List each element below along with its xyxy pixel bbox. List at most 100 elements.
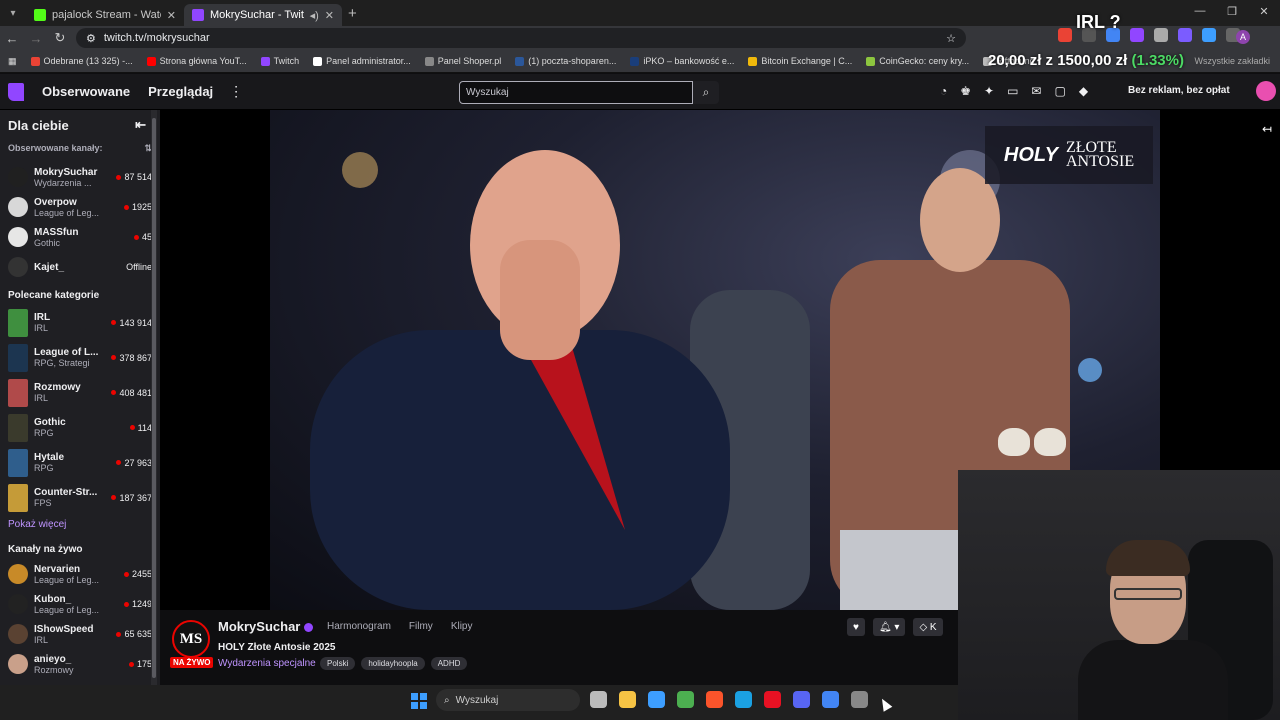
category-item[interactable]: Gothic RPG 114 [0,410,160,445]
bookmark-item[interactable]: Bitcoin Exchange | C... [748,56,852,66]
collapse-chat-icon[interactable]: ↤ [1262,122,1272,136]
followed-label: Obserwowane kanały: [8,143,103,153]
site-info-icon[interactable]: ⚙ [86,32,96,45]
extension-icon[interactable] [1058,28,1072,42]
brave-icon[interactable] [706,691,723,708]
followed-channel[interactable]: MokrySuchar Wydarzenia ... 87 514 [0,162,160,192]
bookmark-item[interactable]: CoinGecko: ceny kry... [866,56,969,66]
store-icon[interactable] [648,691,665,708]
browser-tab-twitch[interactable]: MokrySuchar - Twitch ◂) ✕ [184,4,342,26]
maximize-icon[interactable]: ❐ [1216,0,1248,22]
close-tab-icon[interactable]: ✕ [325,9,334,22]
close-window-icon[interactable]: ✕ [1248,0,1280,22]
task-view-icon[interactable] [590,691,607,708]
profile-avatar[interactable]: A [1236,30,1250,44]
search-input[interactable] [459,81,693,104]
edge-icon[interactable] [735,691,752,708]
all-bookmarks-link[interactable]: Wszystkie zakładki [1194,56,1280,66]
tag-chip[interactable]: Polski [320,657,356,670]
live-channel[interactable]: IShowSpeed IRL 65 635 [0,619,160,649]
scrollbar-thumb[interactable] [152,118,156,678]
channel-name: anieyo_ [34,653,72,665]
streamer-avatar[interactable]: MS [172,620,210,658]
settings-icon[interactable] [851,691,868,708]
bookmark-item[interactable]: iPKO – bankowość e... [630,56,734,66]
subscribe-button[interactable]: ◇ K [913,618,943,636]
extension-icon[interactable] [1154,28,1168,42]
apps-grid-icon[interactable]: ▦ [8,56,17,67]
category-item[interactable]: Hytale RPG 27 963 [0,445,160,480]
streamer-name-row[interactable]: MokrySuchar [218,619,314,634]
bookmark-item[interactable]: Panel Shoper.pl [424,56,501,66]
live-dot-icon [116,174,122,180]
category-name: Gothic [34,417,66,428]
tab-schedule[interactable]: Harmonogram [327,621,391,632]
crown-icon[interactable]: ♚ [960,84,971,98]
follow-heart-icon[interactable]: ♥ [847,618,865,636]
windows-start-icon[interactable] [411,693,427,709]
bookmark-item[interactable]: Strona główna YouT... [146,56,247,66]
new-tab-button[interactable]: + [348,5,357,22]
tag-chip[interactable]: holidayhoopla [361,657,425,670]
inbox-icon[interactable]: ▭ [1007,84,1018,98]
twitch-logo-icon[interactable] [8,82,24,101]
excel-icon[interactable] [677,691,694,708]
offline-label: Offline [126,262,152,272]
extension-icon[interactable] [1202,28,1216,42]
tab-clips[interactable]: Klipy [451,621,473,632]
category-item[interactable]: IRL IRL 143 914 [0,305,160,340]
extension-icon[interactable] [1178,28,1192,42]
followed-channel[interactable]: Kajet_ Offline [0,252,160,282]
url-field[interactable]: ⚙ twitch.tv/mokrysuchar ☆ [76,28,966,48]
nav-browse-link[interactable]: Przeglądaj [148,84,213,99]
reload-icon[interactable]: ↻ [48,30,72,46]
category-info: Gothic RPG [34,417,124,438]
bookmark-item[interactable]: Twitch [260,56,299,66]
mail-icon[interactable]: ✉ [1031,84,1041,98]
stream-category-link[interactable]: Wydarzenia specjalne [218,658,316,669]
notifications-bell-icon[interactable]: 🔔︎ ▾ [872,618,906,636]
file-explorer-icon[interactable] [619,691,636,708]
sidebar-scrollbar[interactable] [151,110,157,685]
activity-icon[interactable]: ◔ [940,84,947,98]
live-channel[interactable]: Kubon_ League of Leg... 1249 [0,589,160,619]
gift-icon[interactable]: ✦ [984,84,994,98]
category-item[interactable]: Counter-Str... FPS 187 367 [0,480,160,515]
speaker-icon[interactable]: ◂) [310,9,319,22]
extension-icon[interactable] [1130,28,1144,42]
category-item[interactable]: Rozmowy IRL 408 481 [0,375,160,410]
user-menu-avatar[interactable] [1256,81,1276,101]
live-channel[interactable]: anieyo_ Rozmowy 175 [0,649,160,679]
forward-icon[interactable]: → [24,31,48,46]
tab-videos[interactable]: Filmy [409,621,433,632]
bookmark-star-icon[interactable]: ☆ [946,32,956,45]
adfree-button[interactable]: Bez reklam, bez opłat [1128,85,1230,96]
browser-tab-pajalock[interactable]: pajalock Stream - Watch Live on ✕ [26,4,184,26]
bits-icon[interactable]: ◆ [1079,84,1088,98]
taskbar-search[interactable]: ⌕ Wyszukaj [436,689,580,711]
chrome-icon[interactable] [822,691,839,708]
bookmark-item[interactable]: (1) poczta-shoparen... [515,56,616,66]
close-tab-icon[interactable]: ✕ [167,9,176,22]
followed-channel[interactable]: MASSfun Gothic 45 [0,222,160,252]
bookmark-item[interactable]: Odebrane (13 325) -... [30,56,133,66]
category-item[interactable]: League of L... RPG, Strategi 378 867 [0,340,160,375]
opera-icon[interactable] [764,691,781,708]
tab-search-icon[interactable]: ▾ [0,0,26,26]
nav-icons: ◔ ♚ ✦ ▭ ✉ ▢ ◆ [940,84,1088,98]
collapse-sidebar-icon[interactable]: ⇤ [135,117,146,133]
category-tags: IRL [34,323,49,333]
minimize-icon[interactable]: — [1184,0,1216,22]
back-icon[interactable]: ← [0,31,24,46]
more-dots-icon[interactable]: ⋮ [229,83,243,100]
tag-chip[interactable]: ADHD [430,657,468,670]
discord-icon[interactable] [793,691,810,708]
search-icon[interactable]: ⌕ [693,81,719,104]
live-channel[interactable]: Nervarien League of Leg... 2455 [0,559,160,589]
bookmark-item[interactable]: Panel administrator... [313,56,411,66]
nav-followed-link[interactable]: Obserwowane [42,84,130,99]
whispers-icon[interactable]: ▢ [1054,84,1065,98]
show-more-link[interactable]: Pokaż więcej [0,515,160,536]
bookmark-label: Bitcoin Exchange | C... [761,56,853,66]
followed-channel[interactable]: Overpow League of Leg... 1925 [0,192,160,222]
